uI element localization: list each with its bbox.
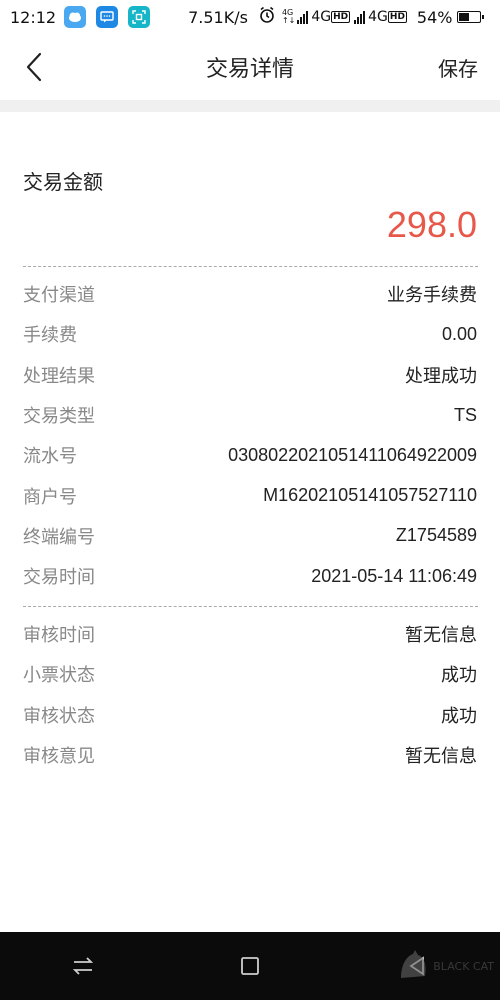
switch-arrows-icon [73,957,94,975]
detail-value: 2021-05-14 11:06:49 [311,565,477,586]
detail-row: 商户号 M16202105141057527110 [0,475,500,515]
battery-icon [457,11,485,23]
chevron-left-icon [26,52,42,82]
detail-row: 小票状态 成功 [0,654,500,694]
weather-icon [64,6,87,28]
detail-value: 处理成功 [405,365,477,386]
detail-key: 小票状态 [23,665,95,687]
detail-row: 终端编号 Z1754589 [0,516,500,556]
battery-percent: 54% [416,7,453,27]
status-bar: 12:12 7.51K/s 4G ↑↓ 4G HD 4G HD 54% [0,0,500,34]
detail-key: 处理结果 [23,365,95,387]
page-title: 交易详情 [205,57,294,82]
detail-key: 手续费 [23,325,77,347]
black-cat-logo-icon [401,950,426,978]
watermark: BLACK CAT [360,932,500,1000]
detail-key: 流水号 [23,446,77,468]
detail-key: 商户号 [23,486,77,508]
alarm-icon [258,6,276,29]
detail-row: 交易时间 2021-05-14 11:06:49 [0,556,500,596]
detail-row: 审核状态 成功 [0,695,500,735]
detail-key: 支付渠道 [23,285,95,307]
audit-details-list: 审核时间 暂无信息 小票状态 成功 审核状态 成功 审核意见 暂无信息 [0,614,500,775]
detail-value: M16202105141057527110 [263,485,477,506]
status-time: 12:12 [10,7,57,27]
signal-4g-secondary: 4G HD [354,9,407,25]
network-type-2: 4G [368,9,388,25]
network-type-1: 4G [311,9,332,25]
detail-value: 暂无信息 [405,625,477,646]
dashed-divider [23,606,478,607]
network-speed: 7.51K/s [188,7,248,27]
detail-key: 终端编号 [23,526,95,548]
detail-row: 审核时间 暂无信息 [0,614,500,654]
scan-icon [128,6,151,28]
title-bar: 交易详情 保存 [0,34,500,100]
detail-row: 支付渠道 业务手续费 [0,274,500,314]
detail-row: 流水号 0308022021051411064922009 [0,435,500,475]
home-button[interactable] [220,946,280,986]
detail-row: 处理结果 处理成功 [0,355,500,395]
save-button[interactable]: 保存 [438,53,478,82]
transaction-details-list: 支付渠道 业务手续费手续费 0.00 处理结果 处理成功交易类型 TS 流水号 0308022… [0,274,500,596]
detail-key: 交易类型 [23,406,95,428]
back-button[interactable] [20,52,48,82]
detail-key: 审核状态 [23,705,95,727]
detail-key: 审核意见 [23,746,95,768]
header-divider-band [0,100,500,112]
detail-key: 审核时间 [23,625,95,647]
detail-value: 成功 [441,665,477,686]
detail-value: 业务手续费 [387,285,477,306]
amount-label: 交易金额 [23,170,103,194]
message-icon [96,6,119,28]
detail-row: 交易类型 TS [0,395,500,435]
recent-apps-button[interactable] [53,946,113,986]
detail-row: 手续费 0.00 [0,314,500,354]
watermark-text: BLACK CAT [433,959,494,973]
detail-value: 0.00 [441,323,477,344]
detail-value: Z1754589 [395,525,477,546]
hd-badge-2: HD [387,11,407,23]
battery-fill [459,13,470,21]
dashed-divider [23,266,478,267]
signal-bars-icon [354,10,366,24]
signal-bars-icon [297,10,309,24]
4g-small-label: 4G ↑↓ [281,8,296,25]
detail-value: 0308022021051411064922009 [228,444,477,465]
amount-value: 298.0 [386,204,477,245]
hd-badge-1: HD [331,11,351,23]
detail-row: 审核意见 暂无信息 [0,735,500,775]
signal-4g-primary: 4G ↑↓ 4G HD [281,8,351,25]
detail-value: TS [453,404,477,425]
square-home-icon [241,957,259,975]
detail-key: 交易时间 [23,567,95,589]
detail-value: 成功 [441,705,477,726]
detail-value: 暂无信息 [405,746,477,767]
